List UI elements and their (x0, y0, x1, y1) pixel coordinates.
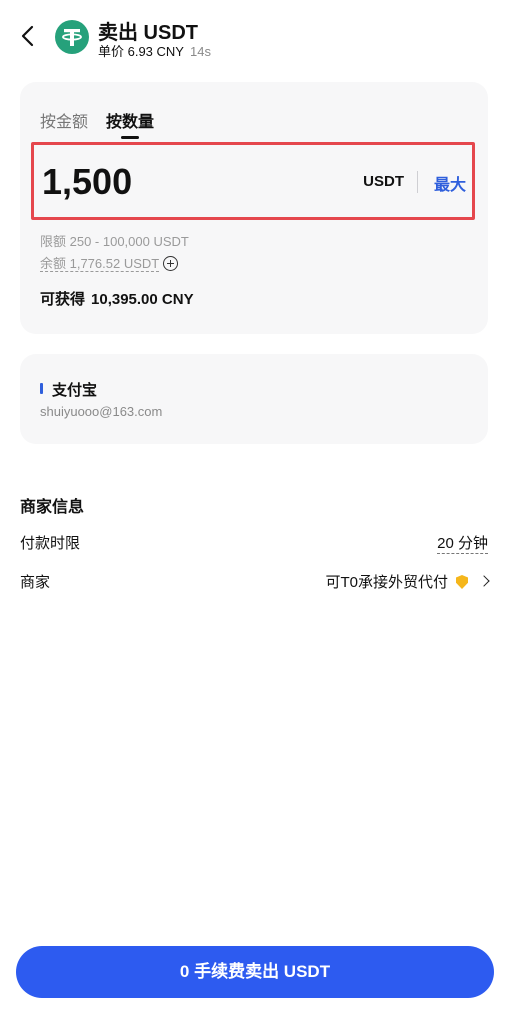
receive-row: 可获得 10,395.00 CNY (40, 288, 194, 309)
quantity-value[interactable]: 1,500 (42, 161, 132, 203)
merchant-row[interactable]: 商家 可T0承接外贸代付 (20, 571, 490, 595)
header: 卖出 USDT 单价 6.93 CNY 14s (0, 0, 511, 80)
unit-price-text: 单价 6.93 CNY (98, 44, 184, 59)
merchant-value[interactable]: 可T0承接外贸代付 (325, 571, 490, 592)
payment-method-card[interactable]: 支付宝 shuiyuooo@163.com (20, 354, 488, 444)
balance-text[interactable]: 余额 1,776.52 USDT (40, 256, 160, 272)
payment-method-name: 支付宝 (52, 382, 98, 399)
tab-by-quantity[interactable]: 按数量 (106, 108, 154, 139)
unit-price: 单价 6.93 CNY 14s (98, 41, 211, 60)
merchant-section-title: 商家信息 (20, 499, 85, 516)
receive-value: 10,395.00 CNY (91, 291, 194, 308)
payment-account: shuiyuooo@163.com (40, 404, 163, 419)
time-limit-value[interactable]: 20 分钟 (437, 532, 488, 554)
tether-icon (55, 20, 89, 54)
shield-icon (456, 575, 468, 589)
quantity-unit: USDT (363, 173, 404, 190)
merchant-label: 商家 (20, 574, 51, 591)
payment-accent-bar (40, 383, 43, 394)
payment-time-limit-row: 付款时限 20 分钟 (20, 532, 488, 556)
receive-label: 可获得 (40, 291, 86, 308)
sell-button[interactable]: 0 手续费卖出 USDT (16, 946, 494, 998)
quantity-input[interactable]: 1,500 USDT 最大 (31, 142, 475, 220)
tab-by-amount[interactable]: 按金额 (40, 108, 88, 132)
chevron-right-icon (478, 575, 490, 587)
balance-row: 余额 1,776.52 USDT (40, 253, 179, 272)
refresh-timer: 14s (189, 44, 211, 59)
amount-mode-tabs: 按金额 按数量 (40, 108, 172, 139)
max-button[interactable]: 最大 (434, 171, 466, 195)
amount-card: 按金额 按数量 1,500 USDT 最大 限额 250 - 100,000 US… (20, 82, 488, 334)
unit-divider (417, 171, 418, 193)
time-limit-label: 付款时限 (20, 535, 81, 552)
merchant-name: 可T0承接外贸代付 (325, 574, 448, 591)
add-circle-icon[interactable] (163, 256, 179, 271)
back-arrow-icon[interactable] (16, 22, 40, 50)
limit-text: 限额 250 - 100,000 USDT (40, 234, 189, 249)
